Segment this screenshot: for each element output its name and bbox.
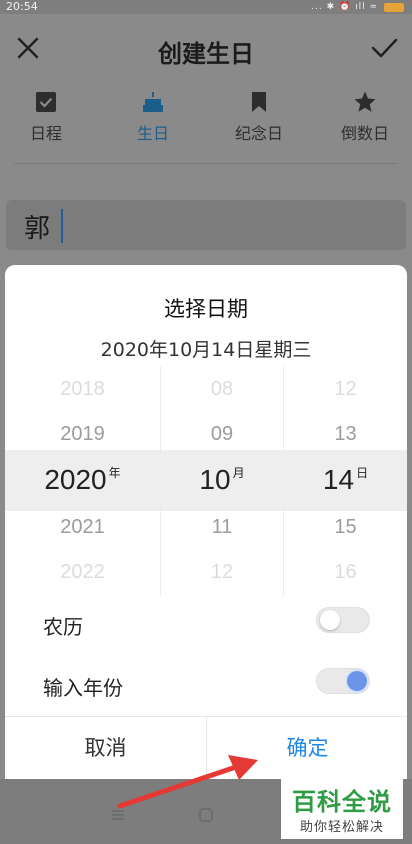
- tab-label: 日程: [29, 124, 62, 143]
- selected-date-text: 2020年10月14日星期三: [100, 339, 312, 361]
- day-unit: 日: [356, 466, 369, 480]
- home-icon[interactable]: [198, 807, 214, 823]
- wheel-item[interactable]: 15: [284, 516, 407, 539]
- text-caret: [61, 209, 63, 243]
- toggle-knob: [347, 671, 367, 691]
- wheel-item[interactable]: 2022: [5, 561, 160, 584]
- year-value: 2020: [44, 464, 107, 495]
- tab-label: 纪念日: [234, 124, 283, 143]
- check-icon: [371, 38, 398, 58]
- event-type-tabs: 日程 生日 纪念日 倒数日: [0, 88, 412, 148]
- input-year-toggle[interactable]: [316, 668, 370, 694]
- day-wheel[interactable]: 12 13 14 日 15 16: [284, 366, 407, 596]
- month-unit: 月: [232, 466, 245, 480]
- page-title: 创建生日: [158, 40, 254, 68]
- toggle-knob: [320, 610, 340, 630]
- tab-anniversary[interactable]: 纪念日: [219, 88, 299, 148]
- day-value: 14: [322, 464, 355, 495]
- lunar-row: 农历: [5, 593, 407, 653]
- wheel-item[interactable]: 11: [161, 516, 283, 539]
- menu-icon[interactable]: [110, 807, 126, 823]
- dialog-title: 选择日期: [164, 297, 248, 321]
- ok-button[interactable]: 确定: [207, 717, 407, 779]
- watermark: 百科全说 助你轻松解决: [281, 779, 403, 839]
- divider: [14, 163, 398, 164]
- input-year-row: 输入年份: [5, 654, 407, 714]
- input-year-label: 输入年份: [43, 676, 123, 700]
- dialog-buttons: 取消 确定: [5, 716, 407, 779]
- month-value: 10: [199, 464, 231, 495]
- wheel-item[interactable]: 2021: [5, 516, 160, 539]
- wheel-item[interactable]: 2019: [5, 423, 160, 446]
- status-time: 20:54: [6, 0, 38, 13]
- star-icon: [354, 91, 376, 112]
- status-icons: ... ✱ ⏰ ıll ≈: [311, 2, 378, 12]
- year-unit: 年: [108, 466, 121, 480]
- wheel-item[interactable]: 2018: [5, 378, 160, 401]
- app-bar: 创建生日: [0, 14, 412, 84]
- date-wheels: 2018 2019 2020 年 2021 2022 08 09 10 月 11 1…: [5, 366, 407, 596]
- checkbox-icon: [36, 92, 56, 112]
- wheel-item[interactable]: 12: [284, 378, 407, 401]
- name-input[interactable]: 郭: [6, 200, 406, 250]
- tab-label: 倒数日: [340, 124, 389, 143]
- lunar-label: 农历: [43, 615, 83, 639]
- tab-birthday[interactable]: 生日: [113, 88, 193, 148]
- tab-label: 生日: [136, 124, 169, 143]
- wheel-item[interactable]: 13: [284, 423, 407, 446]
- battery-icon: [384, 3, 404, 12]
- name-value: 郭: [24, 214, 51, 244]
- confirm-button[interactable]: [368, 32, 400, 64]
- wheel-item[interactable]: 09: [161, 423, 283, 446]
- lunar-toggle[interactable]: [316, 607, 370, 633]
- status-bar: 20:54 ... ✱ ⏰ ıll ≈: [0, 0, 412, 14]
- tab-countdown[interactable]: 倒数日: [325, 88, 405, 148]
- cake-icon: [143, 92, 163, 112]
- wheel-item[interactable]: 12: [161, 561, 283, 584]
- wheel-item[interactable]: 08: [161, 378, 283, 401]
- month-wheel[interactable]: 08 09 10 月 11 12: [161, 366, 283, 596]
- wheel-item[interactable]: 16: [284, 561, 407, 584]
- tab-schedule[interactable]: 日程: [6, 88, 86, 148]
- watermark-subtitle: 助你轻松解决: [299, 820, 384, 835]
- wheel-item-selected[interactable]: 14 日: [284, 464, 407, 496]
- cancel-button[interactable]: 取消: [5, 717, 206, 779]
- date-picker-dialog: 选择日期 2020年10月14日星期三 2018 2019 2020 年 2021…: [5, 265, 407, 779]
- watermark-title: 百科全说: [292, 788, 392, 816]
- wheel-item-selected[interactable]: 2020 年: [5, 464, 160, 496]
- bookmark-icon: [252, 92, 266, 112]
- wheel-item-selected[interactable]: 10 月: [161, 464, 283, 496]
- year-wheel[interactable]: 2018 2019 2020 年 2021 2022: [5, 366, 160, 596]
